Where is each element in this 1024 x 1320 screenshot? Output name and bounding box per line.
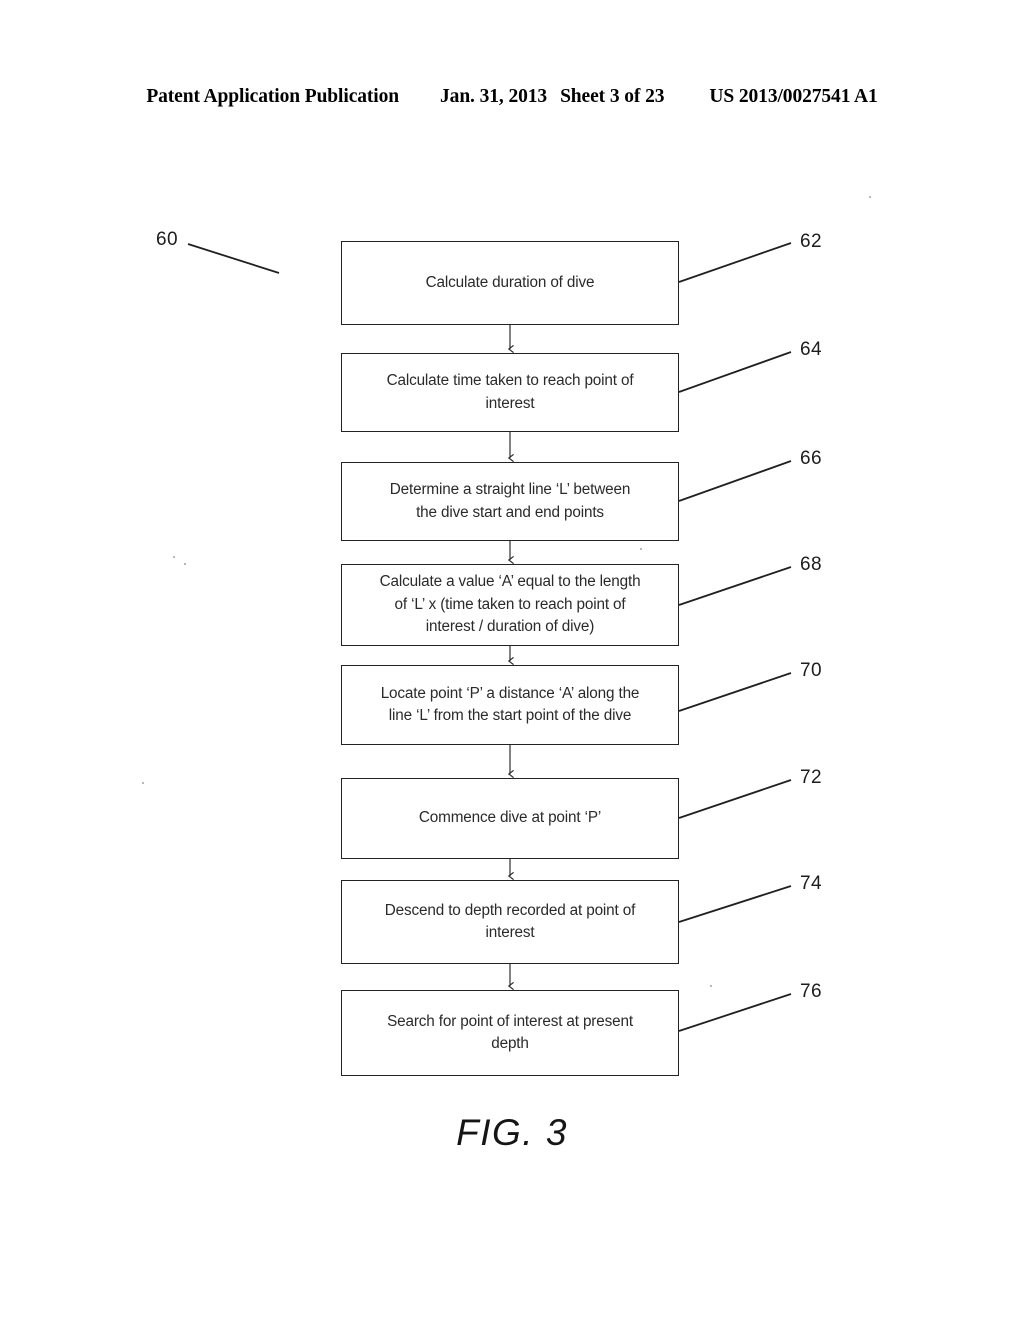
flow-step-label-62: Calculate duration of dive [425, 273, 595, 291]
flow-step-label-64: Calculate time taken to reach point of i… [386, 372, 634, 412]
scan-speckle [142, 782, 144, 784]
flow-step-box-72: Commence dive at point ‘P’ [341, 778, 679, 859]
reference-numeral-64: 64 [800, 339, 822, 360]
flow-step-box-62: Calculate duration of dive [341, 241, 679, 325]
leader-line-70 [678, 672, 792, 712]
scan-speckle [184, 563, 186, 565]
flow-step-label-74: Descend to depth recorded at point of in… [384, 901, 636, 942]
reference-numeral-66: 66 [800, 448, 822, 469]
leader-line-60 [187, 243, 280, 274]
flow-step-label-72: Commence dive at point ‘P’ [418, 809, 602, 827]
flow-step-label-68: Calculate a value ‘A’ equal to the lengt… [379, 573, 641, 636]
leader-line-62 [678, 242, 792, 283]
scan-speckle [173, 556, 175, 558]
reference-numeral-74: 74 [800, 873, 822, 894]
flow-step-box-74: Descend to depth recorded at point of in… [341, 880, 679, 964]
scan-speckle [710, 985, 712, 987]
flow-step-box-76: Search for point of interest at present … [341, 990, 679, 1076]
leader-line-74 [678, 885, 792, 923]
leader-line-66 [678, 460, 792, 502]
leader-line-64 [678, 351, 792, 393]
leader-line-72 [678, 779, 792, 819]
flow-step-box-68: Calculate a value ‘A’ equal to the lengt… [341, 564, 679, 646]
flow-step-box-66: Determine a straight line ‘L’ between th… [341, 462, 679, 541]
reference-numeral-62: 62 [800, 231, 822, 252]
reference-numeral-76: 76 [800, 981, 822, 1002]
scan-speckle [640, 548, 642, 550]
reference-numeral-68: 68 [800, 554, 822, 575]
figure-caption: FIG. 3 [456, 1112, 568, 1153]
scan-speckle [869, 196, 871, 198]
reference-numeral-70: 70 [800, 660, 822, 681]
reference-numeral-72: 72 [800, 767, 822, 788]
leader-line-76 [678, 993, 792, 1032]
flow-step-label-76: Search for point of interest at present … [387, 1012, 633, 1053]
flow-step-label-66: Determine a straight line ‘L’ between th… [389, 481, 631, 521]
leader-line-68 [678, 566, 792, 606]
flow-step-box-64: Calculate time taken to reach point of i… [341, 353, 679, 432]
flow-step-box-70: Locate point ‘P’ a distance ‘A’ along th… [341, 665, 679, 745]
flow-step-label-70: Locate point ‘P’ a distance ‘A’ along th… [380, 684, 640, 725]
reference-numeral-60: 60 [156, 229, 178, 250]
